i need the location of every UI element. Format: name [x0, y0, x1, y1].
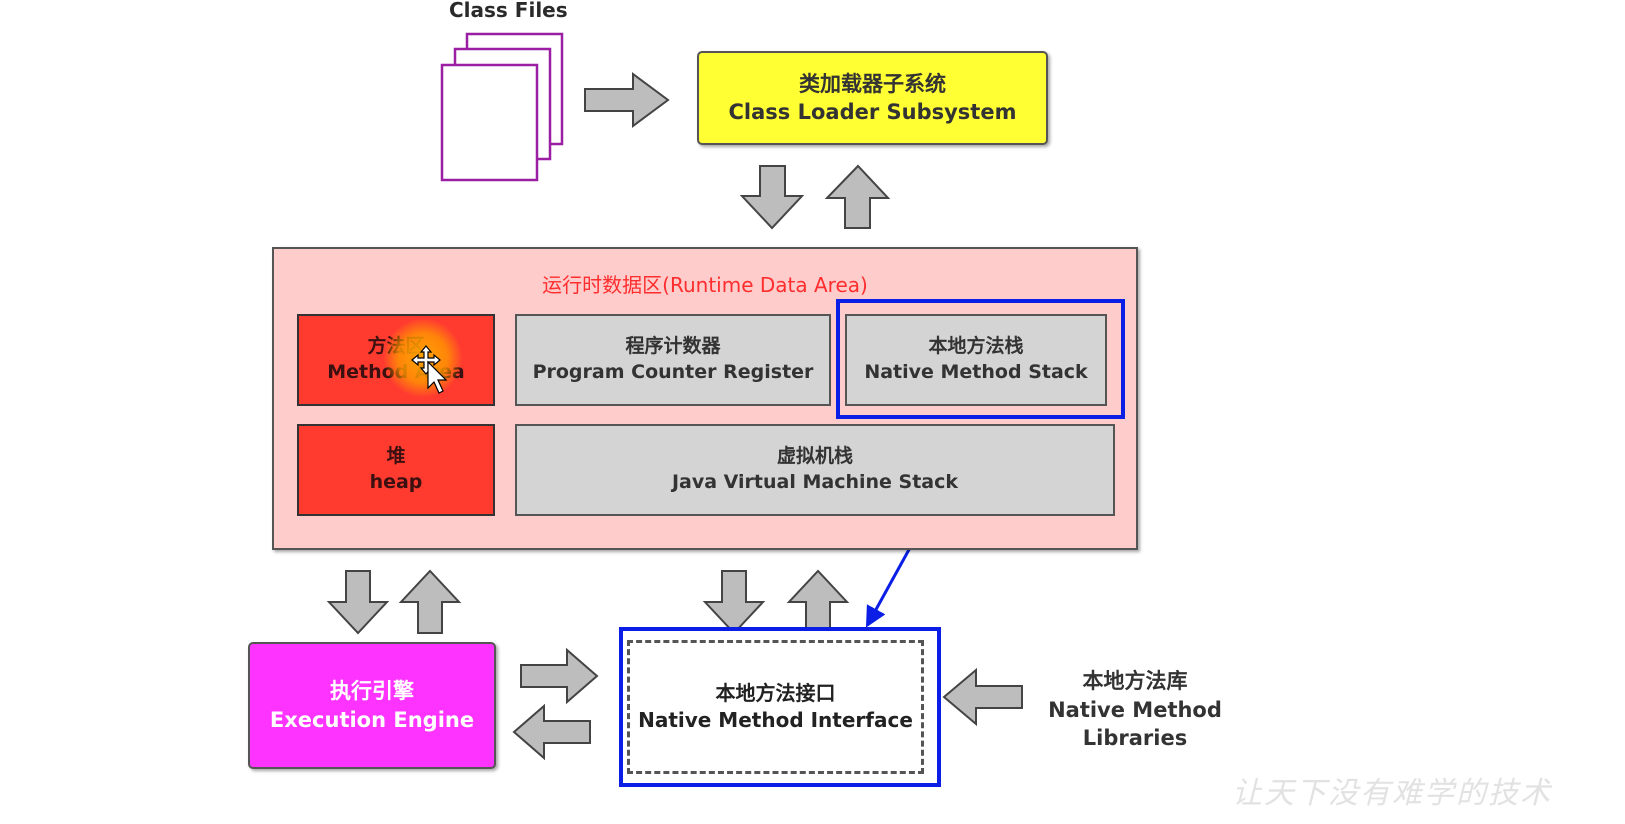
native-libraries-cn-label: 本地方法库 — [1082, 669, 1188, 694]
arrow-up-icon — [824, 164, 891, 229]
arrow-down-icon — [702, 570, 766, 635]
class-loader-cn-label: 类加载器子系统 — [799, 71, 946, 96]
native-interface-cn-label: 本地方法接口 — [715, 681, 836, 705]
heap-box: 堆 heap — [297, 424, 495, 516]
class-loader-subsystem-box: 类加载器子系统 Class Loader Subsystem — [697, 51, 1048, 145]
execution-engine-box: 执行引擎 Execution Engine — [248, 642, 496, 769]
native-stack-cn-label: 本地方法栈 — [928, 335, 1024, 358]
file-stack-icon — [440, 32, 564, 182]
arrow-left-icon — [942, 667, 1023, 727]
native-method-libraries-label: 本地方法库 Native Method Libraries — [1035, 660, 1235, 760]
jvm-stack-box: 虚拟机栈 Java Virtual Machine Stack — [515, 424, 1115, 516]
native-stack-en-label: Native Method Stack — [864, 361, 1088, 383]
jvm-stack-cn-label: 虚拟机栈 — [776, 445, 853, 468]
program-counter-cn-label: 程序计数器 — [625, 335, 721, 358]
arrow-down-icon — [739, 165, 805, 230]
watermark-text: 让天下没有难学的技术 — [1232, 776, 1552, 811]
native-libraries-en-label-2: Libraries — [1082, 726, 1188, 751]
jvm-architecture-diagram: Class Files 类加载器子系统 Class Loader Subsyst… — [0, 0, 1625, 824]
arrow-left-icon — [512, 703, 591, 761]
runtime-data-area-title: 运行时数据区(Runtime Data Area) — [542, 273, 868, 297]
arrow-up-icon — [786, 569, 850, 634]
heap-cn-label: 堆 — [386, 445, 406, 468]
program-counter-register-box: 程序计数器 Program Counter Register — [515, 314, 831, 406]
arrow-right-icon — [584, 72, 670, 128]
cursor-highlight — [384, 319, 462, 397]
execution-engine-en-label: Execution Engine — [269, 707, 475, 732]
heap-en-label: heap — [369, 471, 423, 493]
arrow-right-icon — [520, 647, 599, 705]
arrow-up-icon — [398, 569, 462, 634]
program-counter-en-label: Program Counter Register — [532, 361, 814, 383]
class-loader-en-label: Class Loader Subsystem — [728, 100, 1017, 124]
jvm-stack-en-label: Java Virtual Machine Stack — [671, 471, 959, 493]
execution-engine-cn-label: 执行引擎 — [330, 679, 414, 704]
native-method-interface-box: 本地方法接口 Native Method Interface — [627, 640, 924, 774]
arrow-down-icon — [326, 570, 390, 635]
native-method-stack-box: 本地方法栈 Native Method Stack — [845, 314, 1107, 406]
native-interface-en-label: Native Method Interface — [638, 708, 913, 732]
class-files-label: Class Files — [449, 0, 568, 22]
native-libraries-en-label-1: Native Method — [1048, 697, 1222, 722]
